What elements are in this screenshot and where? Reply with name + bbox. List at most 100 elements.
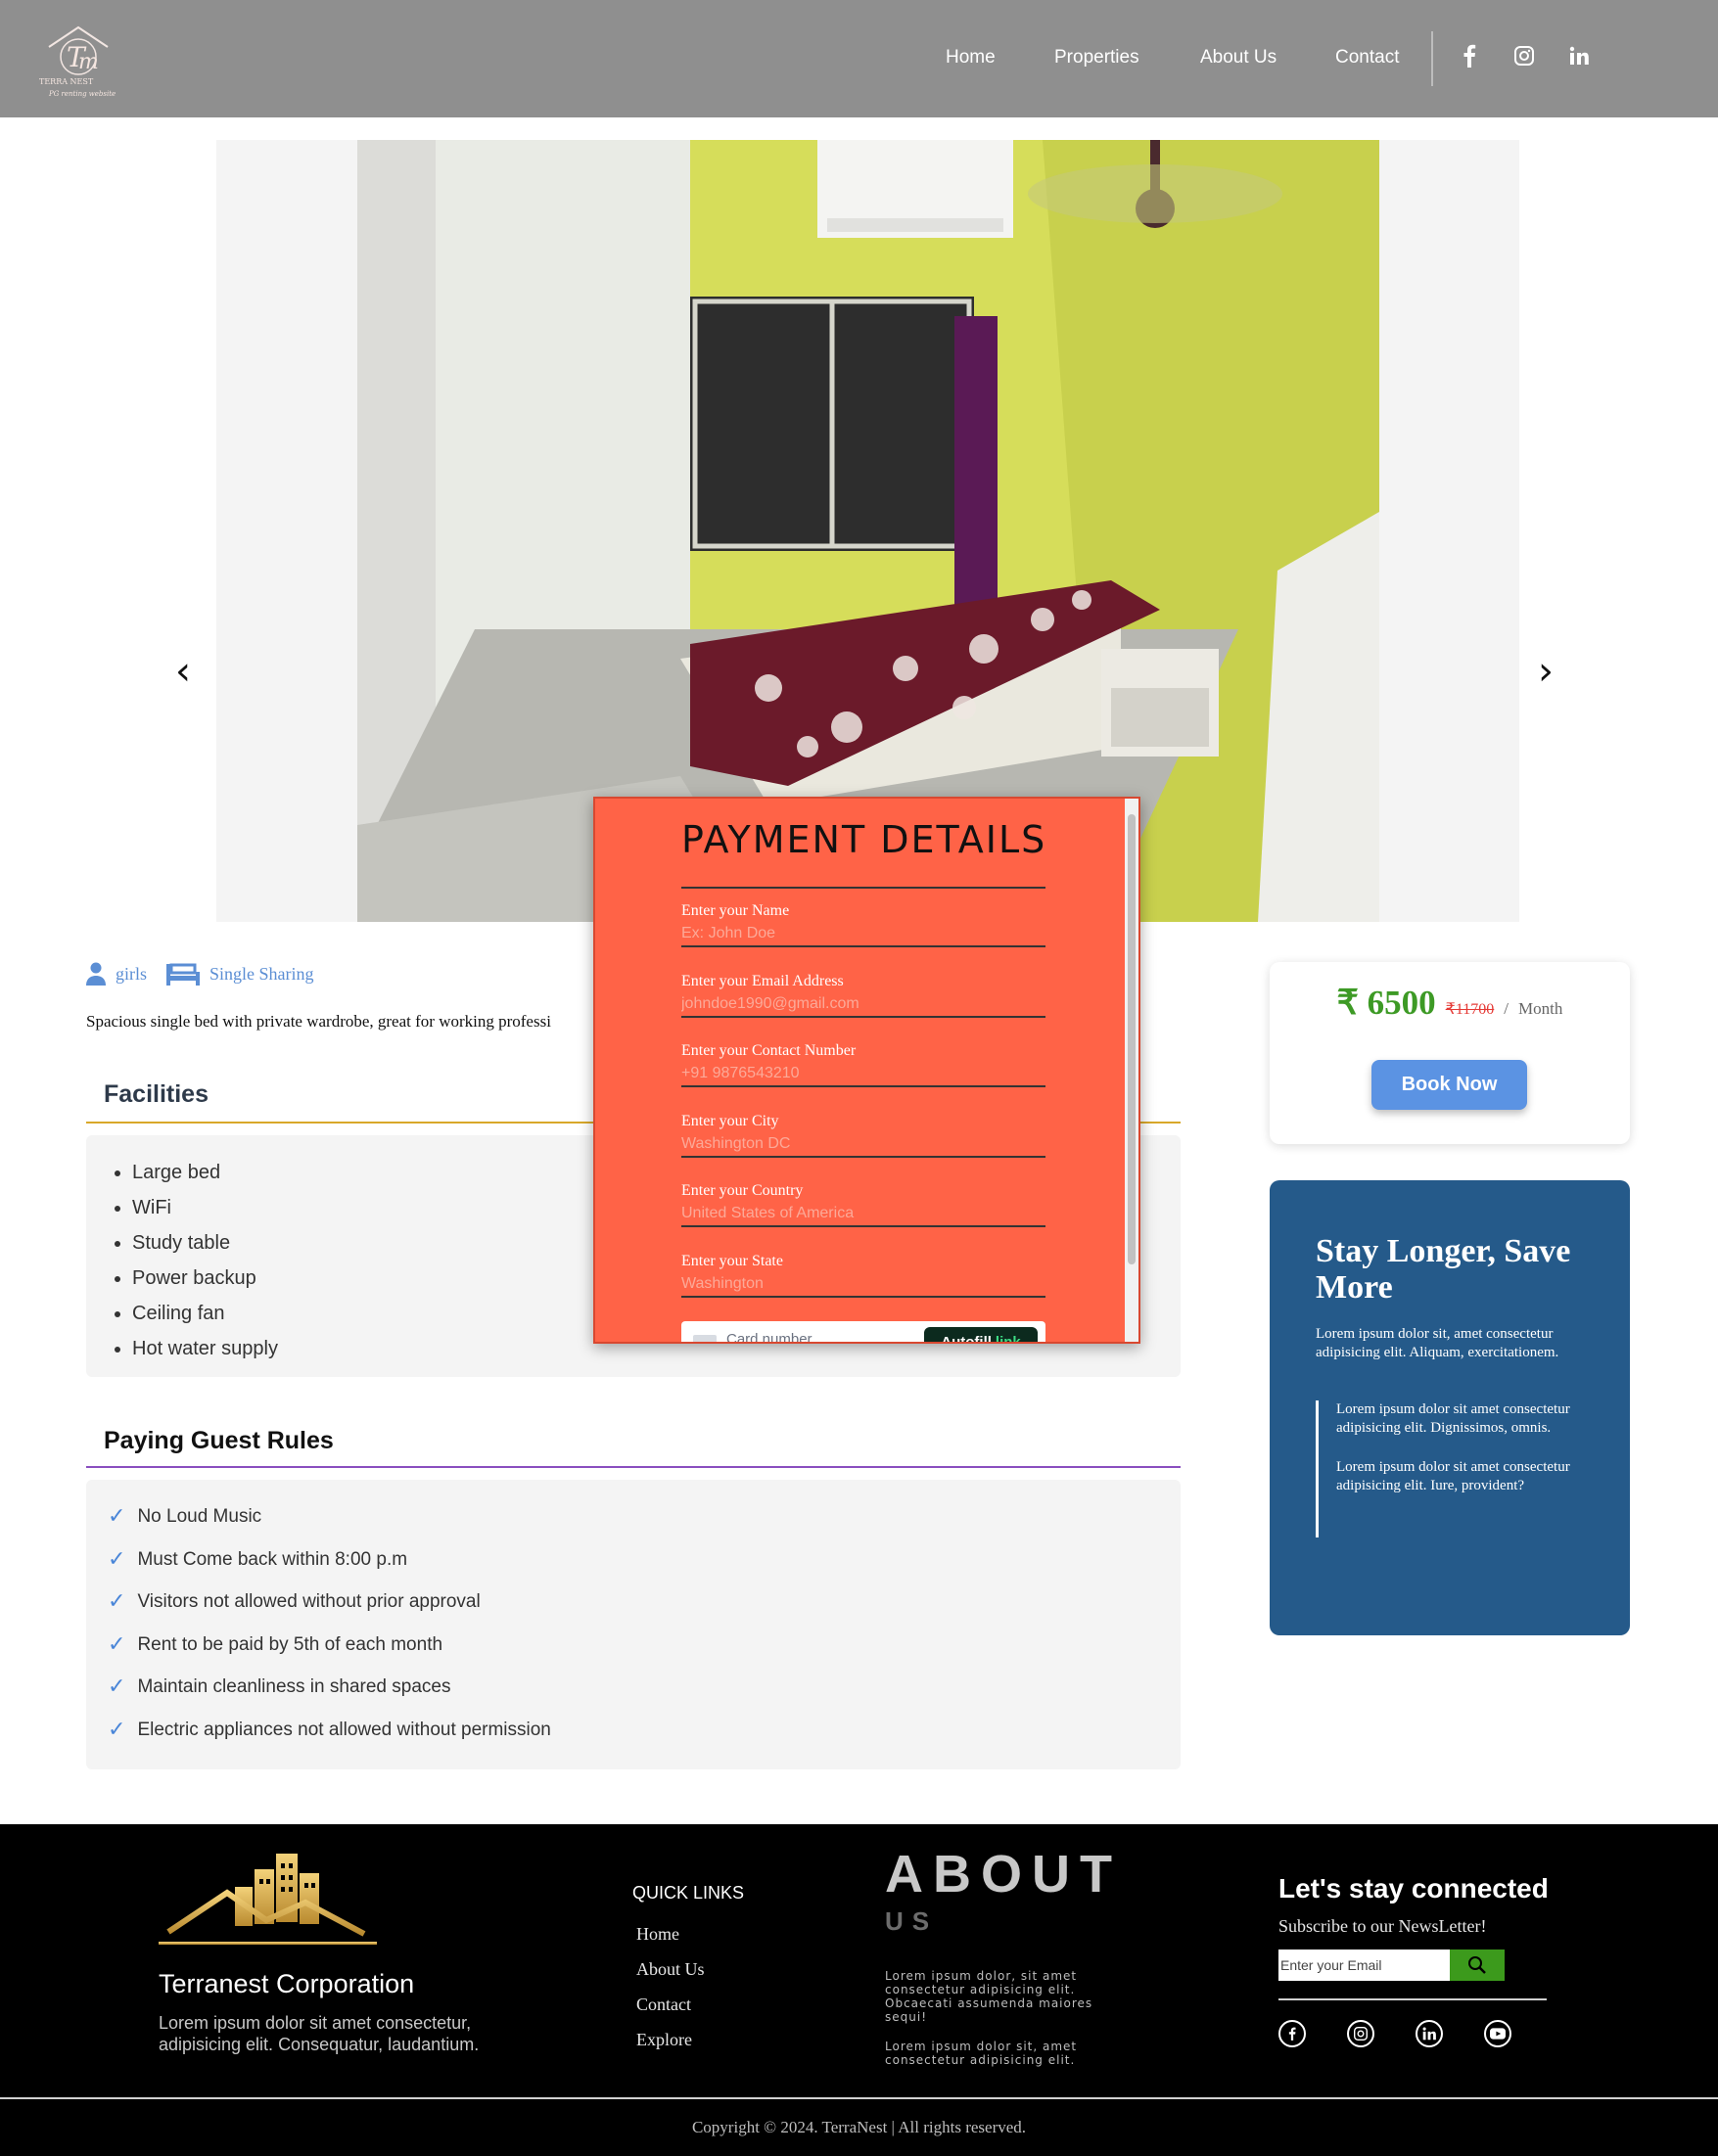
list-item: ✓ No Loud Music bbox=[108, 1495, 1181, 1538]
stay-longer-card: Stay Longer, Save More Lorem ipsum dolor… bbox=[1270, 1180, 1630, 1635]
price-value: ₹ 6500 bbox=[1336, 984, 1436, 1022]
rule-text: No Loud Music bbox=[137, 1506, 262, 1527]
copyright-text: Copyright © 2024. TerraNest | All rights… bbox=[691, 2118, 1027, 2136]
svg-text:m: m bbox=[78, 50, 99, 74]
footer-connect-divider bbox=[1278, 1998, 1547, 2000]
rule-text: Visitors not allowed without prior appro… bbox=[137, 1591, 481, 1612]
listing-meta: girls Single Sharing bbox=[86, 959, 314, 988]
payment-modal: PAYMENT DETAILS Enter your Name Enter yo… bbox=[593, 797, 1140, 1344]
country-label: Enter your Country bbox=[681, 1182, 804, 1199]
scrollbar-thumb[interactable] bbox=[1128, 814, 1136, 1264]
connect-title: Let's stay connected bbox=[1278, 1873, 1549, 1904]
rules-divider bbox=[86, 1466, 1181, 1468]
price-separator: / bbox=[1504, 999, 1509, 1018]
rule-text: Must Come back within 8:00 p.m bbox=[137, 1548, 408, 1570]
svg-text:TERRA NEST: TERRA NEST bbox=[39, 77, 94, 86]
contact-label: Enter your Contact Number bbox=[681, 1042, 857, 1059]
contact-field-group: Enter your Contact Number bbox=[681, 1040, 1045, 1099]
youtube-icon[interactable] bbox=[1484, 2020, 1511, 2047]
footer-brand-text: Lorem ipsum dolor sit amet consectetur, … bbox=[159, 2013, 480, 2054]
country-field-group: Enter your Country bbox=[681, 1180, 1045, 1239]
check-icon: ✓ bbox=[108, 1674, 126, 1699]
facebook-icon[interactable] bbox=[1278, 2020, 1306, 2047]
check-icon: ✓ bbox=[108, 1546, 126, 1572]
rules-title: Paying Guest Rules bbox=[104, 1427, 334, 1454]
carousel-next-arrow[interactable]: › bbox=[1538, 649, 1554, 694]
price-card: ₹ 6500 ₹11700 / Month Book Now bbox=[1270, 962, 1630, 1144]
sharing-label: Single Sharing bbox=[209, 963, 314, 984]
name-label: Enter your Name bbox=[681, 902, 790, 919]
email-label: Enter your Email Address bbox=[681, 973, 844, 989]
instagram-icon[interactable] bbox=[1347, 2020, 1374, 2047]
email-input[interactable] bbox=[681, 992, 1045, 1018]
check-icon: ✓ bbox=[108, 1631, 126, 1657]
rule-text: Maintain cleanliness in shared spaces bbox=[137, 1676, 451, 1697]
book-now-button[interactable]: Book Now bbox=[1371, 1060, 1527, 1110]
linkedin-icon[interactable] bbox=[1566, 43, 1592, 69]
nav-about-us[interactable]: About Us bbox=[1200, 47, 1277, 69]
user-icon bbox=[86, 962, 106, 986]
footer-bottom-divider bbox=[0, 2097, 1718, 2099]
subscribe-text: Subscribe to our NewsLetter! bbox=[1278, 1916, 1487, 1936]
linkedin-icon[interactable] bbox=[1416, 2020, 1443, 2047]
state-input[interactable] bbox=[681, 1272, 1045, 1298]
city-input[interactable] bbox=[681, 1132, 1045, 1158]
gender-label: girls bbox=[116, 963, 148, 984]
search-icon bbox=[1468, 1956, 1486, 1974]
state-field-group: Enter your State bbox=[681, 1251, 1045, 1309]
quick-link-about-us[interactable]: About Us bbox=[636, 1951, 705, 1987]
carousel-prev-arrow[interactable]: ‹ bbox=[175, 649, 191, 694]
instagram-icon[interactable] bbox=[1511, 43, 1537, 69]
quick-link-home[interactable]: Home bbox=[636, 1916, 705, 1951]
card-number-placeholder: Card number bbox=[726, 1331, 813, 1344]
check-icon: ✓ bbox=[108, 1504, 126, 1529]
rules-list: ✓ No Loud Music ✓ Must Come back within 8:… bbox=[86, 1480, 1181, 1751]
quote-paragraph: Lorem ipsum dolor sit amet consectetur a… bbox=[1336, 1459, 1570, 1493]
autofill-label: Autofill bbox=[941, 1333, 992, 1344]
check-icon: ✓ bbox=[108, 1717, 126, 1742]
contact-input[interactable] bbox=[681, 1062, 1045, 1087]
site-header: T m TERRA NEST PG renting website Home P… bbox=[0, 0, 1718, 117]
email-field-group: Enter your Email Address bbox=[681, 971, 1045, 1030]
card-number-field[interactable]: Card number Autofill link bbox=[681, 1321, 1045, 1344]
bed-icon bbox=[166, 962, 201, 986]
facilities-title: Facilities bbox=[104, 1080, 209, 1108]
quick-link-explore[interactable]: Explore bbox=[636, 2022, 705, 2057]
footer-brand: Terranest Corporation bbox=[159, 1969, 415, 1998]
list-item: ✓ Visitors not allowed without prior appr… bbox=[108, 1581, 1181, 1624]
check-icon: ✓ bbox=[108, 1589, 126, 1614]
facebook-icon[interactable] bbox=[1457, 43, 1482, 69]
about-title: ABOUT bbox=[885, 1845, 1122, 1904]
stay-quote: Lorem ipsum dolor sit amet consectetur a… bbox=[1316, 1400, 1600, 1537]
quick-links-title: QUICK LINKS bbox=[632, 1883, 745, 1903]
old-price: ₹11700 bbox=[1445, 1001, 1495, 1018]
price-row: ₹ 6500 ₹11700 / Month bbox=[1270, 984, 1630, 1023]
quick-link-contact[interactable]: Contact bbox=[636, 1987, 705, 2022]
nav-properties[interactable]: Properties bbox=[1054, 47, 1139, 69]
newsletter-email-input[interactable] bbox=[1278, 1950, 1450, 1981]
nav-contact[interactable]: Contact bbox=[1335, 47, 1399, 69]
modal-scrollbar[interactable] bbox=[1125, 799, 1138, 1342]
rule-text: Electric appliances not allowed without … bbox=[137, 1719, 551, 1740]
rules-box: ✓ No Loud Music ✓ Must Come back within 8:… bbox=[86, 1480, 1181, 1769]
site-footer: Terranest Corporation Lorem ipsum dolor … bbox=[0, 1824, 1718, 2156]
payment-title: PAYMENT DETAILS bbox=[681, 818, 1047, 861]
quote-paragraph: Lorem ipsum dolor sit amet consectetur a… bbox=[1336, 1401, 1570, 1436]
price-period: Month bbox=[1518, 999, 1563, 1018]
payment-divider bbox=[681, 887, 1045, 889]
rule-text: Rent to be paid by 5th of each month bbox=[137, 1633, 443, 1655]
autofill-link-button[interactable]: Autofill link bbox=[924, 1327, 1038, 1344]
nav-home[interactable]: Home bbox=[946, 47, 996, 69]
about-text: Lorem ipsum dolor, sit amet consectetur … bbox=[885, 1969, 1093, 2024]
terranest-logo[interactable]: T m TERRA NEST PG renting website bbox=[35, 18, 121, 102]
country-input[interactable] bbox=[681, 1202, 1045, 1227]
newsletter-submit-button[interactable] bbox=[1450, 1950, 1505, 1981]
name-input[interactable] bbox=[681, 922, 1045, 947]
list-item: ✓ Electric appliances not allowed without… bbox=[108, 1709, 1181, 1752]
name-field-group: Enter your Name bbox=[681, 900, 1045, 959]
list-item: ✓ Rent to be paid by 5th of each month bbox=[108, 1624, 1181, 1667]
list-item: ✓ Maintain cleanliness in shared spaces bbox=[108, 1666, 1181, 1709]
terranest-footer-logo bbox=[159, 1854, 377, 1945]
list-item: ✓ Must Come back within 8:00 p.m bbox=[108, 1538, 1181, 1582]
quick-links: Home About Us Contact Explore bbox=[636, 1916, 705, 2057]
